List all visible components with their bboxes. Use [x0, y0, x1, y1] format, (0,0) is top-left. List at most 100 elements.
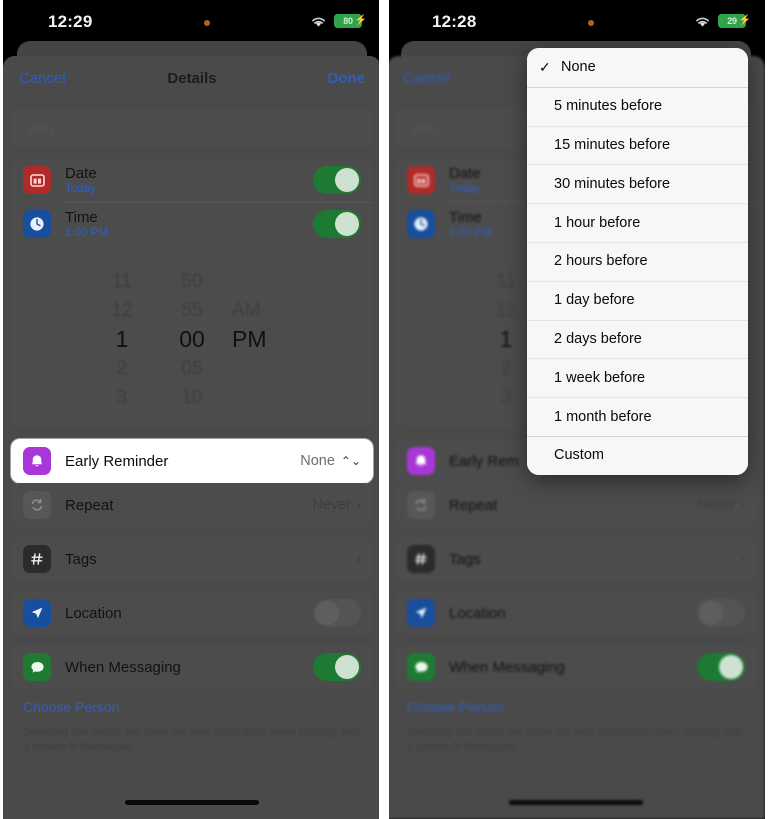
row-date[interactable]: Date Today	[11, 158, 373, 202]
repeat-value-wrap[interactable]: Never ›	[312, 497, 361, 513]
minute-option[interactable]: 55	[158, 296, 226, 325]
footnote-text: Selecting this action will show the item…	[407, 726, 744, 753]
menu-item-30-minutes-before[interactable]: 30 minutes before	[527, 164, 748, 204]
menu-item-none[interactable]: ✓ None	[527, 48, 748, 87]
row-label: Time	[65, 209, 98, 226]
row-time[interactable]: Time 1:00 PM	[11, 202, 373, 246]
date-toggle[interactable]	[313, 166, 361, 194]
row-label: Date	[449, 165, 481, 182]
time-picker[interactable]: 11 12 1 2 3 50 55 00 05 10	[19, 252, 365, 427]
time-toggle[interactable]	[313, 210, 361, 238]
cancel-button[interactable]: Cancel	[403, 70, 450, 87]
minute-wheel[interactable]: 50 55 00 05 10	[158, 267, 226, 412]
bell-icon	[407, 447, 435, 475]
wifi-icon	[694, 15, 711, 28]
when-messaging-toggle[interactable]	[697, 653, 745, 681]
row-label: Tags	[65, 550, 97, 568]
done-button[interactable]: Done	[328, 70, 366, 87]
menu-item-15-minutes-before[interactable]: 15 minutes before	[527, 125, 748, 165]
repeat-icon	[23, 491, 51, 519]
time-label-wrap: Time 1:00 PM	[65, 209, 108, 239]
row-repeat[interactable]: Repeat Never ›	[395, 483, 757, 527]
hour-selected[interactable]: 1	[88, 325, 156, 354]
message-bubble-icon	[407, 653, 435, 681]
row-subtitle: Today	[65, 183, 96, 195]
when-messaging-group: When Messaging	[395, 645, 757, 689]
when-messaging-toggle[interactable]	[313, 653, 361, 681]
early-reminder-value-wrap[interactable]: None ⌃⌄	[300, 453, 361, 469]
period-selected[interactable]: PM	[228, 325, 296, 354]
repeat-value: Never	[696, 497, 735, 513]
period-option[interactable]: AM	[228, 296, 296, 325]
checkmark-icon: ✓	[539, 58, 551, 75]
battery-percent: 80	[343, 16, 353, 26]
screenshot-stage: 12:29 80 ⚡ Cancel Details Done URL Date …	[0, 0, 768, 819]
time-label-wrap: Time 1:00 PM	[449, 209, 492, 239]
home-indicator	[509, 800, 643, 805]
menu-item-label: 1 hour before	[554, 214, 641, 231]
row-location[interactable]: Location	[395, 591, 757, 635]
menu-item-2-days-before[interactable]: 2 days before	[527, 319, 748, 359]
status-bar-indicators: 29 ⚡	[694, 14, 751, 28]
row-location[interactable]: Location	[11, 591, 373, 635]
orange-dot-indicator	[204, 20, 210, 26]
tags-value-wrap[interactable]: ›	[735, 552, 745, 566]
row-subtitle: 1:00 PM	[449, 227, 492, 239]
menu-item-custom[interactable]: Custom	[527, 435, 748, 475]
menu-item-1-hour-before[interactable]: 1 hour before	[527, 203, 748, 242]
toggle-knob	[315, 601, 339, 625]
tags-value-wrap[interactable]: ›	[351, 552, 361, 566]
choose-person-button[interactable]: Choose Person	[407, 699, 757, 715]
row-label: When Messaging	[449, 658, 565, 676]
row-label: Location	[449, 604, 506, 622]
cancel-button[interactable]: Cancel	[19, 70, 66, 87]
row-repeat[interactable]: Repeat Never ›	[11, 483, 373, 527]
calendar-icon	[407, 166, 435, 194]
minute-selected[interactable]: 00	[158, 325, 226, 354]
date-label-wrap: Date Today	[449, 165, 481, 195]
hour-option[interactable]: 2	[88, 354, 156, 383]
minute-option[interactable]: 50	[158, 267, 226, 296]
early-reminder-dropdown-menu[interactable]: ✓ None 5 minutes before 15 minutes befor…	[527, 48, 748, 475]
row-when-messaging[interactable]: When Messaging	[11, 645, 373, 689]
menu-item-1-day-before[interactable]: 1 day before	[527, 280, 748, 320]
menu-item-label: 1 day before	[554, 292, 635, 309]
clock-icon	[23, 210, 51, 238]
menu-item-label: 30 minutes before	[554, 175, 671, 192]
menu-item-label: 1 month before	[554, 408, 652, 425]
repeat-value-wrap[interactable]: Never ›	[696, 497, 745, 513]
location-toggle[interactable]	[697, 599, 745, 627]
menu-item-label: 15 minutes before	[554, 136, 671, 153]
minute-option[interactable]: 10	[158, 383, 226, 412]
chevron-right-icon: ›	[741, 498, 745, 512]
minute-option[interactable]: 05	[158, 354, 226, 383]
menu-item-label: None	[561, 59, 596, 76]
row-label: Date	[65, 165, 97, 182]
choose-person-button[interactable]: Choose Person	[23, 699, 373, 715]
hour-option[interactable]: 12	[88, 296, 156, 325]
url-placeholder: URL	[411, 120, 443, 136]
row-label: Repeat	[449, 496, 498, 514]
menu-item-1-month-before[interactable]: 1 month before	[527, 397, 748, 436]
hour-option[interactable]: 3	[88, 383, 156, 412]
row-early-reminder[interactable]: Early Reminder None ⌃⌄	[11, 439, 373, 483]
status-bar-indicators: 80 ⚡	[310, 14, 367, 28]
row-label: Early Rem	[449, 452, 520, 470]
hash-icon	[407, 545, 435, 573]
row-when-messaging[interactable]: When Messaging	[395, 645, 757, 689]
footnote-text: Selecting this option will show the item…	[23, 726, 360, 753]
menu-item-label: 2 days before	[554, 330, 642, 347]
row-tags[interactable]: Tags ›	[395, 537, 757, 581]
hour-wheel[interactable]: 11 12 1 2 3	[88, 267, 156, 412]
menu-item-2-hours-before[interactable]: 2 hours before	[527, 241, 748, 281]
chevron-right-icon: ›	[357, 552, 361, 566]
menu-item-5-minutes-before[interactable]: 5 minutes before	[527, 86, 748, 126]
location-group: Location	[395, 591, 757, 635]
menu-item-1-week-before[interactable]: 1 week before	[527, 358, 748, 398]
hour-option[interactable]: 11	[88, 267, 156, 296]
url-input[interactable]: URL	[11, 108, 373, 148]
period-spacer	[228, 354, 296, 383]
row-tags[interactable]: Tags ›	[11, 537, 373, 581]
location-toggle[interactable]	[313, 599, 361, 627]
period-wheel[interactable]: AM PM	[228, 267, 296, 412]
